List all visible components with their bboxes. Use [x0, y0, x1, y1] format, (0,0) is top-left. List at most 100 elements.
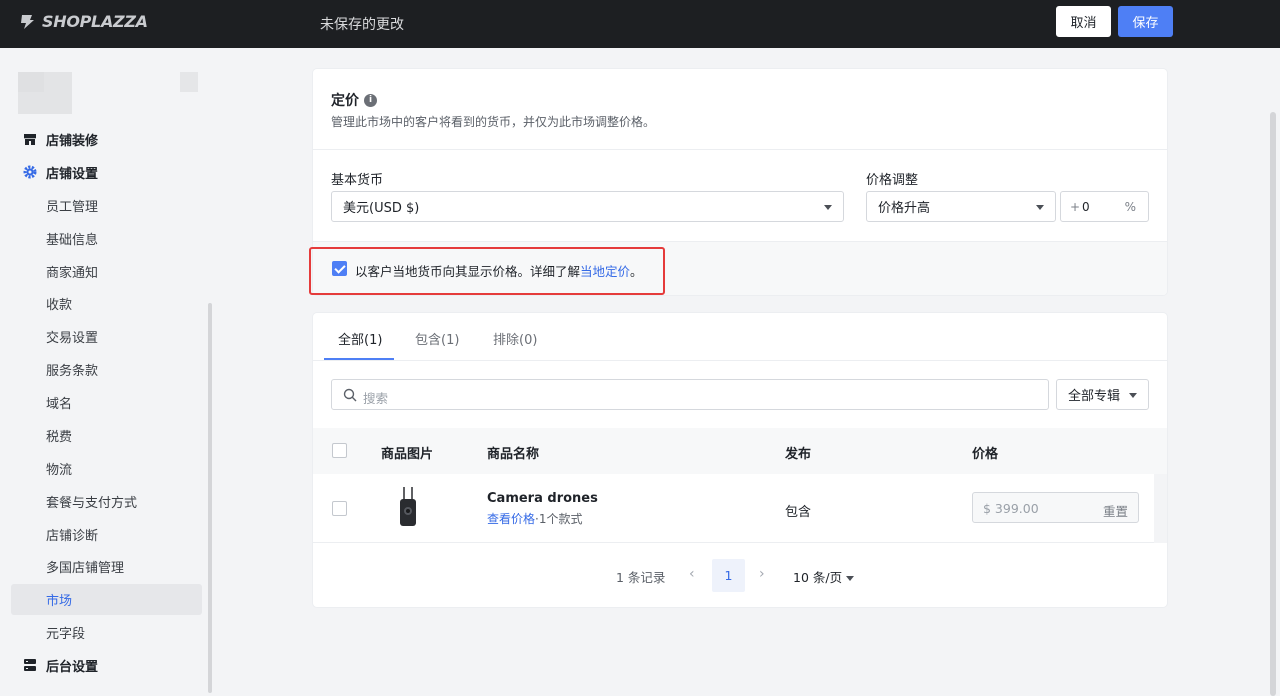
- local-currency-text: 以客户当地货币向其显示价格。详细了解当地定价。: [355, 261, 643, 280]
- prev-page-icon[interactable]: ‹: [689, 566, 695, 582]
- sidebar-item-terms[interactable]: 服务条款: [11, 354, 202, 385]
- row-checkbox[interactable]: [332, 501, 347, 516]
- sidebar-item-shipping[interactable]: 物流: [11, 453, 202, 484]
- current-page-button[interactable]: 1: [712, 559, 745, 592]
- sidebar-item-label: 物流: [46, 463, 73, 478]
- sidebar-item-markets[interactable]: 市场: [11, 584, 202, 615]
- chevron-down-icon: [1129, 393, 1137, 398]
- price-adjust-select[interactable]: 价格升高: [866, 191, 1056, 222]
- sidebar-item-diagnostics[interactable]: 店铺诊断: [11, 519, 202, 550]
- store-switcher-placeholder[interactable]: [180, 72, 198, 92]
- chevron-down-icon: [824, 205, 832, 210]
- sidebar-scrollbar[interactable]: [208, 303, 212, 693]
- sidebar-item-label: 商家通知: [46, 266, 99, 281]
- price-placeholder: $ 399.00: [983, 501, 1039, 516]
- store-icon: [24, 134, 36, 145]
- tab-included[interactable]: 包含(1): [415, 329, 459, 348]
- variant-count: ·1个款式: [535, 512, 583, 526]
- next-page-icon[interactable]: ›: [759, 566, 765, 582]
- row-scrollbar[interactable]: [1154, 474, 1167, 543]
- page-size-select[interactable]: 10 条/页: [793, 567, 855, 586]
- product-thumbnail: [400, 487, 416, 526]
- published-status: 包含: [785, 505, 812, 520]
- shoplazza-logo[interactable]: SHOPLAZZA: [18, 12, 148, 31]
- sidebar-item-label: 店铺诊断: [46, 529, 99, 544]
- pricing-description: 管理此市场中的客户将看到的货币，并仅为此市场调整价格。: [331, 115, 656, 129]
- local-currency-description: 以客户当地货币向其显示价格。详细了解: [355, 264, 581, 279]
- chevron-down-icon: [1036, 205, 1044, 210]
- percent-suffix: %: [1124, 200, 1136, 214]
- unsaved-changes-label: 未保存的更改: [320, 17, 404, 33]
- local-pricing-link[interactable]: 当地定价: [580, 264, 630, 279]
- base-currency-select[interactable]: 美元(USD $): [331, 191, 844, 222]
- pagination: 1 条记录 ‹ 1 › 10 条/页: [313, 559, 1167, 593]
- sidebar-item-label: 税费: [46, 430, 73, 445]
- collection-filter-select[interactable]: 全部专辑: [1056, 379, 1149, 410]
- page-size-value: 10 条/页: [793, 570, 843, 585]
- sidebar-item-basic-info[interactable]: 基础信息: [11, 223, 202, 254]
- sidebar-item-label: 员工管理: [46, 200, 99, 215]
- table-row: Camera drones 查看价格·1个款式 包含 $ 399.00 重置: [313, 474, 1154, 543]
- local-currency-end: 。: [630, 264, 643, 279]
- shoplazza-logo-icon: [21, 14, 34, 29]
- gear-icon: [23, 165, 37, 179]
- sidebar-item-plans[interactable]: 套餐与支付方式: [11, 486, 202, 517]
- table-header: 商品图片 商品名称 发布 价格: [313, 428, 1167, 474]
- sidebar-item-multi-store[interactable]: 多国店铺管理: [11, 551, 202, 582]
- reset-price-button[interactable]: 重置: [1103, 501, 1128, 520]
- column-product-name: 商品名称: [487, 447, 540, 462]
- search-icon: [343, 388, 357, 402]
- product-tabs: 全部(1) 包含(1) 排除(0): [313, 313, 1167, 361]
- sidebar-item-admin-settings[interactable]: 后台设置: [11, 650, 202, 681]
- sidebar-item-store-decoration[interactable]: 店铺装修: [11, 124, 202, 155]
- product-name[interactable]: Camera drones: [487, 491, 598, 506]
- top-bar: SHOPLAZZA 未保存的更改 取消 保存: [0, 0, 1280, 48]
- base-currency-label: 基本货币: [331, 173, 384, 188]
- product-subline: 查看价格·1个款式: [487, 510, 582, 527]
- search-placeholder: 搜索: [363, 391, 389, 406]
- sidebar-item-label: 基础信息: [46, 233, 99, 248]
- select-all-checkbox[interactable]: [332, 443, 347, 458]
- sidebar-item-label: 收款: [46, 298, 73, 313]
- pricing-title: 定价 i: [331, 90, 377, 110]
- divider: [313, 149, 1167, 150]
- tab-excluded[interactable]: 排除(0): [493, 329, 537, 348]
- save-button[interactable]: 保存: [1118, 6, 1173, 37]
- store-avatar-placeholder[interactable]: [18, 72, 72, 114]
- sidebar-item-label: 店铺设置: [46, 167, 99, 182]
- price-adjust-percent-input[interactable]: + 0 %: [1060, 191, 1149, 222]
- collection-filter-value: 全部专辑: [1068, 389, 1121, 404]
- column-price: 价格: [972, 447, 999, 462]
- server-icon: [24, 659, 36, 671]
- sidebar-item-store-settings[interactable]: 店铺设置: [11, 157, 202, 188]
- sidebar-item-label: 店铺装修: [46, 134, 99, 149]
- percent-value: 0: [1082, 200, 1090, 214]
- column-published: 发布: [785, 447, 812, 462]
- sidebar-item-metafields[interactable]: 元字段: [11, 617, 202, 648]
- chevron-down-icon: [846, 576, 855, 581]
- sidebar-item-label: 套餐与支付方式: [46, 496, 138, 511]
- local-currency-checkbox[interactable]: [332, 261, 347, 276]
- pricing-card: 定价 i 管理此市场中的客户将看到的货币，并仅为此市场调整价格。 基本货币 美元…: [309, 69, 1167, 295]
- price-input[interactable]: $ 399.00 重置: [972, 492, 1139, 523]
- sidebar-item-payments[interactable]: 收款: [11, 288, 202, 319]
- sidebar-item-label: 后台设置: [46, 660, 99, 675]
- sidebar-item-staff[interactable]: 员工管理: [11, 190, 202, 221]
- tab-all[interactable]: 全部(1): [338, 329, 382, 348]
- sidebar-item-domains[interactable]: 域名: [11, 387, 202, 418]
- price-adjust-label: 价格调整: [866, 173, 919, 188]
- sidebar-item-label: 服务条款: [46, 364, 99, 379]
- search-input[interactable]: 搜索: [331, 379, 1049, 410]
- info-icon[interactable]: i: [364, 93, 377, 107]
- sidebar-item-notifications[interactable]: 商家通知: [11, 256, 202, 287]
- sidebar-item-checkout[interactable]: 交易设置: [11, 321, 202, 352]
- view-price-link[interactable]: 查看价格: [487, 512, 535, 526]
- cancel-button[interactable]: 取消: [1056, 6, 1111, 37]
- sidebar-item-label: 市场: [46, 594, 73, 609]
- base-currency-value: 美元(USD $): [343, 201, 420, 216]
- plus-sign: +: [1070, 200, 1081, 214]
- logo-text: SHOPLAZZA: [42, 12, 148, 31]
- sidebar-item-label: 域名: [46, 397, 73, 412]
- main-scrollbar[interactable]: [1270, 112, 1276, 696]
- sidebar-item-taxes[interactable]: 税费: [11, 420, 202, 451]
